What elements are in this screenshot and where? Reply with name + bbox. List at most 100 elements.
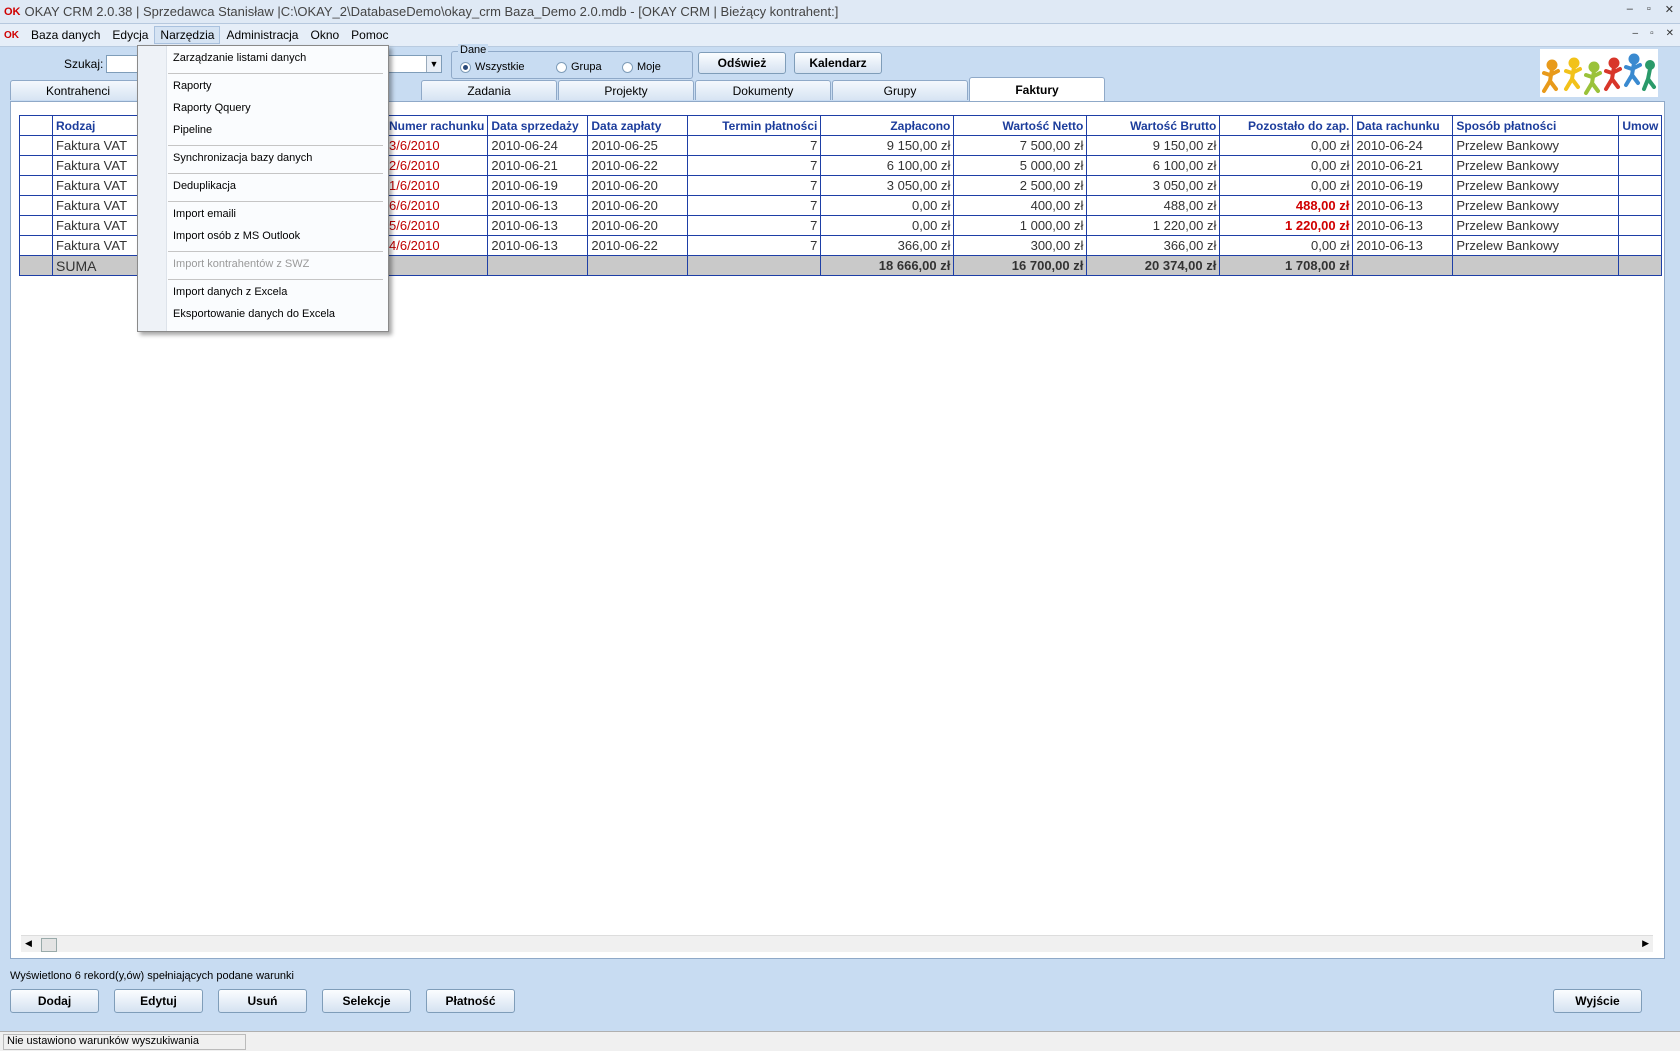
cell-numer[interactable]: 2/6/2010	[384, 155, 489, 176]
cell-zaplacono[interactable]: 9 150,00 zł	[820, 135, 955, 156]
col-header-data-sprzedazy[interactable]: Data sprzedaży	[487, 115, 589, 136]
col-header-sposob[interactable]: Sposób płatności	[1452, 115, 1620, 136]
mdi-close-icon[interactable]: ✕	[1666, 28, 1674, 39]
cell-numer[interactable]: 5/6/2010	[384, 215, 489, 236]
tab-faktury[interactable]: Faktury	[969, 77, 1105, 101]
cell-numer[interactable]: 4/6/2010	[384, 235, 489, 256]
tab-zadania[interactable]: Zadania	[421, 80, 557, 100]
minimize-icon[interactable]: –	[1627, 3, 1633, 16]
cell-termin[interactable]: 7	[687, 215, 822, 236]
cell-data-sprzedazy[interactable]: 2010-06-19	[487, 175, 589, 196]
menu-item-synchronizacja[interactable]: Synchronizacja bazy danych	[173, 152, 312, 164]
col-header-zaplacono[interactable]: Zapłacono	[820, 115, 955, 136]
col-header-brutto[interactable]: Wartość Brutto	[1086, 115, 1221, 136]
cell-data-zaplaty[interactable]: 2010-06-20	[587, 215, 689, 236]
cell-data-rachunku[interactable]: 2010-06-13	[1352, 195, 1454, 216]
scroll-thumb[interactable]	[41, 938, 57, 952]
row-selector-header[interactable]	[19, 115, 53, 136]
cell-umowa[interactable]	[1618, 215, 1663, 236]
row-selector[interactable]	[19, 195, 53, 216]
edit-button[interactable]: Edytuj	[114, 989, 203, 1013]
mdi-restore-icon[interactable]: ▫	[1650, 28, 1654, 39]
cell-termin[interactable]: 7	[687, 235, 822, 256]
cell-termin[interactable]: 7	[687, 135, 822, 156]
cell-umowa[interactable]	[1618, 235, 1663, 256]
menu-item-raporty[interactable]: Raporty	[173, 80, 212, 92]
cell-brutto[interactable]: 488,00 zł	[1086, 195, 1221, 216]
menu-narzedzia[interactable]: Narzędzia	[154, 26, 221, 44]
cell-numer[interactable]: 3/6/2010	[384, 135, 489, 156]
delete-button[interactable]: Usuń	[218, 989, 307, 1013]
tab-dokumenty[interactable]: Dokumenty	[695, 80, 831, 100]
tab-grupy[interactable]: Grupy	[832, 80, 968, 100]
cell-pozostalo[interactable]: 0,00 zł	[1219, 175, 1354, 196]
cell-data-sprzedazy[interactable]: 2010-06-13	[487, 235, 589, 256]
close-icon[interactable]: ✕	[1665, 3, 1674, 16]
radio-grupa[interactable]: Grupa	[556, 61, 602, 73]
cell-umowa[interactable]	[1618, 135, 1663, 156]
search-scope-select[interactable]: ▼	[384, 55, 442, 73]
add-button[interactable]: Dodaj	[10, 989, 99, 1013]
row-selector[interactable]	[19, 155, 53, 176]
tab-kontrahenci[interactable]: Kontrahenci	[10, 80, 146, 100]
menu-item-raporty-qquery[interactable]: Raporty Qquery	[173, 102, 251, 114]
menu-item-export-excel[interactable]: Eksportowanie danych do Excela	[173, 308, 335, 320]
cell-brutto[interactable]: 9 150,00 zł	[1086, 135, 1221, 156]
cell-data-zaplaty[interactable]: 2010-06-22	[587, 155, 689, 176]
selections-button[interactable]: Selekcje	[322, 989, 411, 1013]
menu-baza-danych[interactable]: Baza danych	[25, 26, 106, 44]
row-selector[interactable]	[19, 135, 53, 156]
tab-projekty[interactable]: Projekty	[558, 80, 694, 100]
scroll-right-icon[interactable]: ▶	[1642, 938, 1649, 949]
cell-pozostalo[interactable]: 0,00 zł	[1219, 235, 1354, 256]
cell-zaplacono[interactable]: 0,00 zł	[820, 215, 955, 236]
horizontal-scrollbar[interactable]: ◀ ▶	[21, 935, 1653, 952]
chevron-down-icon[interactable]: ▼	[426, 56, 441, 72]
refresh-button[interactable]: Odśwież	[698, 52, 786, 74]
cell-umowa[interactable]	[1618, 195, 1663, 216]
cell-brutto[interactable]: 6 100,00 zł	[1086, 155, 1221, 176]
cell-data-rachunku[interactable]: 2010-06-24	[1352, 135, 1454, 156]
menu-item-zarzadzanie-listami[interactable]: Zarządzanie listami danych	[173, 52, 306, 64]
cell-data-sprzedazy[interactable]: 2010-06-21	[487, 155, 589, 176]
cell-data-rachunku[interactable]: 2010-06-13	[1352, 235, 1454, 256]
cell-sposob[interactable]: Przelew Bankowy	[1452, 215, 1620, 236]
col-header-termin[interactable]: Termin płatności	[687, 115, 822, 136]
cell-sposob[interactable]: Przelew Bankowy	[1452, 175, 1620, 196]
radio-on-icon[interactable]	[460, 61, 471, 73]
cell-numer[interactable]: 6/6/2010	[384, 195, 489, 216]
payment-button[interactable]: Płatność	[426, 989, 515, 1013]
cell-sposob[interactable]: Przelew Bankowy	[1452, 235, 1620, 256]
cell-pozostalo[interactable]: 1 220,00 zł	[1219, 215, 1354, 236]
maximize-icon[interactable]: ▫	[1647, 3, 1651, 16]
menu-edycja[interactable]: Edycja	[106, 26, 154, 44]
radio-off-icon[interactable]	[556, 61, 567, 73]
cell-umowa[interactable]	[1618, 155, 1663, 176]
radio-moje[interactable]: Moje	[622, 61, 661, 73]
cell-zaplacono[interactable]: 3 050,00 zł	[820, 175, 955, 196]
cell-termin[interactable]: 7	[687, 175, 822, 196]
col-header-numer[interactable]: Numer rachunku	[384, 115, 489, 136]
cell-brutto[interactable]: 3 050,00 zł	[1086, 175, 1221, 196]
cell-pozostalo[interactable]: 0,00 zł	[1219, 155, 1354, 176]
col-header-umowa[interactable]: Umow	[1618, 115, 1663, 136]
menu-pomoc[interactable]: Pomoc	[345, 26, 394, 44]
menu-item-import-emaili[interactable]: Import emaili	[173, 208, 236, 220]
cell-brutto[interactable]: 366,00 zł	[1086, 235, 1221, 256]
cell-sposob[interactable]: Przelew Bankowy	[1452, 195, 1620, 216]
menu-administracja[interactable]: Administracja	[220, 26, 304, 44]
cell-data-zaplaty[interactable]: 2010-06-22	[587, 235, 689, 256]
cell-zaplacono[interactable]: 366,00 zł	[820, 235, 955, 256]
cell-sposob[interactable]: Przelew Bankowy	[1452, 135, 1620, 156]
search-input[interactable]	[106, 55, 138, 73]
col-header-pozostalo[interactable]: Pozostało do zap.	[1219, 115, 1354, 136]
col-header-data-zaplaty[interactable]: Data zapłaty	[587, 115, 689, 136]
cell-zaplacono[interactable]: 0,00 zł	[820, 195, 955, 216]
cell-netto[interactable]: 1 000,00 zł	[953, 215, 1088, 236]
radio-wszystkie[interactable]: Wszystkie	[460, 61, 525, 73]
cell-data-zaplaty[interactable]: 2010-06-20	[587, 195, 689, 216]
cell-pozostalo[interactable]: 0,00 zł	[1219, 135, 1354, 156]
cell-zaplacono[interactable]: 6 100,00 zł	[820, 155, 955, 176]
cell-umowa[interactable]	[1618, 175, 1663, 196]
row-selector[interactable]	[19, 235, 53, 256]
